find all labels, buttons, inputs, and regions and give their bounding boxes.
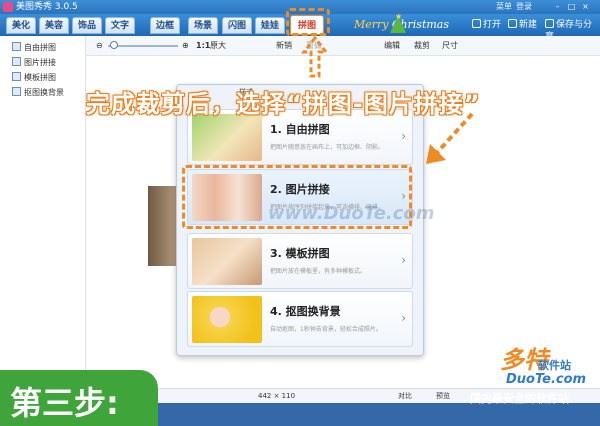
- maximize-button[interactable]: □: [566, 1, 577, 12]
- card-title: 1. 自由拼图: [270, 123, 330, 136]
- menu-button[interactable]: 菜单: [496, 1, 512, 13]
- arrow-up-icon: [300, 35, 330, 78]
- card-title: 3. 模板拼图: [270, 247, 330, 260]
- crop-button[interactable]: 裁剪: [414, 40, 430, 52]
- card-title: 4. 抠图换背景: [270, 305, 341, 318]
- edit-toolbar: ⊖ ⊕ 1:1 原大 新销 重做 编辑 裁剪 尺寸: [86, 36, 600, 56]
- step-label: 第三步:: [10, 384, 119, 422]
- zoom-out-icon[interactable]: ⊖: [96, 40, 103, 52]
- free-collage-thumbnail: [192, 114, 262, 161]
- highlight-image-stitch: [182, 165, 412, 229]
- sidebar-item-label: 抠图换背景: [24, 88, 64, 97]
- new-label: 新建: [519, 20, 538, 30]
- card-desc: 把图片随意放在画布上，可加边框、阴影。: [270, 144, 385, 151]
- minimize-button[interactable]: –: [552, 1, 563, 12]
- sidebar-item-label: 图片拼接: [24, 58, 56, 67]
- new-button[interactable]: 新建: [508, 19, 537, 31]
- duote-tagline: 国内最安全的软件站: [470, 392, 569, 405]
- banner-merry: Merry: [354, 18, 389, 31]
- duote-logo-url: DuoTe.com: [506, 372, 587, 387]
- tab-makeup[interactable]: 美容: [39, 17, 69, 34]
- star-icon: ★: [395, 12, 403, 21]
- app-title: 美图秀秀 3.0.5: [16, 2, 78, 12]
- highlight-collage-tab: [286, 8, 330, 36]
- tab-beautify[interactable]: 美化: [6, 17, 36, 34]
- tab-scene[interactable]: 场景: [188, 17, 218, 34]
- new-stitch-button[interactable]: 新销: [276, 40, 292, 52]
- free-collage-icon: [12, 42, 21, 51]
- arrow-shaft: [432, 112, 474, 158]
- folder-icon: [472, 19, 481, 28]
- image-size-readout: 442 × 110: [258, 392, 296, 400]
- plus-icon: [508, 19, 517, 28]
- canvas-photo: [148, 186, 178, 266]
- instruction-headline: 完成裁剪后，选择“拼图-图片拼接”: [86, 90, 481, 118]
- sidebar: 自由拼图 图片拼接 模板拼图 抠图换背景: [0, 36, 86, 388]
- tab-doll[interactable]: 娃娃: [255, 17, 285, 34]
- open-label: 打开: [483, 20, 502, 30]
- template-collage-thumbnail: [192, 238, 262, 285]
- cutout-thumbnail: [192, 296, 262, 343]
- tab-frame[interactable]: 边框: [150, 17, 180, 34]
- sidebar-item-label: 自由拼图: [24, 43, 56, 52]
- sidebar-item-cutout[interactable]: 抠图换背景: [12, 87, 64, 99]
- zoom-slider-handle[interactable]: [110, 41, 118, 49]
- card-template-collage[interactable]: 3. 模板拼图 把图片放在模板里，有多种模板式。 ›: [187, 233, 413, 289]
- image-stitch-icon: [12, 57, 21, 66]
- chevron-right-icon: ›: [401, 253, 406, 267]
- zoom-in-icon[interactable]: ⊕: [182, 40, 189, 52]
- sidebar-item-free-collage[interactable]: 自由拼图: [12, 42, 56, 54]
- tab-text[interactable]: 文字: [105, 17, 135, 34]
- app-icon: [3, 2, 13, 12]
- duote-logo-sub: 软件站: [538, 359, 571, 372]
- sidebar-item-template-collage[interactable]: 模板拼图: [12, 72, 56, 84]
- sidebar-item-image-stitch[interactable]: 图片拼接: [12, 57, 56, 69]
- compare-button[interactable]: 对比: [398, 391, 412, 402]
- edit-button[interactable]: 编辑: [384, 40, 400, 52]
- tab-accessories[interactable]: 饰品: [72, 17, 102, 34]
- close-button[interactable]: ×: [580, 1, 591, 12]
- arrow-up-shape: [300, 35, 330, 78]
- tab-flash[interactable]: 闪图: [222, 17, 252, 34]
- login-button[interactable]: 登录: [516, 1, 532, 13]
- template-collage-icon: [12, 72, 21, 81]
- sidebar-item-label: 模板拼图: [24, 73, 56, 82]
- save-icon: [545, 19, 554, 28]
- cutout-icon: [12, 87, 21, 96]
- preview-button[interactable]: 预览: [436, 391, 450, 402]
- card-cutout-background[interactable]: 4. 抠图换背景 自动抠图，1秒钟去背景，轻松合成照片。 ›: [187, 291, 413, 347]
- open-button[interactable]: 打开: [472, 19, 501, 31]
- chevron-right-icon: ›: [401, 311, 406, 325]
- card-desc: 把图片放在模板里，有多种模板式。: [270, 268, 367, 275]
- original-size-button[interactable]: 原大: [210, 40, 226, 52]
- actual-ratio-button[interactable]: 1:1: [196, 40, 210, 52]
- chevron-right-icon: ›: [401, 129, 406, 143]
- card-desc: 自动抠图，1秒钟去背景，轻松合成照片。: [270, 326, 382, 333]
- size-button[interactable]: 尺寸: [442, 40, 458, 52]
- zoom-slider[interactable]: [108, 45, 178, 47]
